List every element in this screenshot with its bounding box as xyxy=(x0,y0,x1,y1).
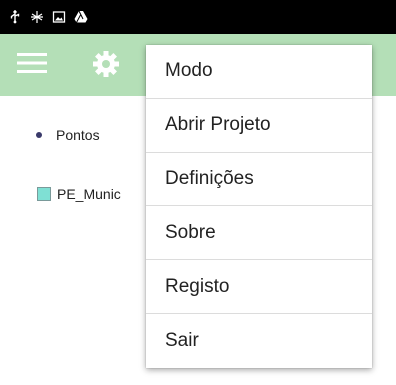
overflow-menu: Modo Abrir Projeto Definições Sobre Regi… xyxy=(146,45,372,368)
layer-label: PE_Munic xyxy=(57,186,121,202)
layer-label: Pontos xyxy=(56,127,100,143)
menu-item-sobre[interactable]: Sobre xyxy=(146,206,372,261)
hamburger-menu-icon[interactable] xyxy=(14,45,50,81)
layer-item-pe-munic[interactable]: PE_Munic xyxy=(37,186,121,202)
usb-icon xyxy=(8,10,22,24)
menu-item-registo[interactable]: Registo xyxy=(146,260,372,314)
bug-icon xyxy=(30,10,44,24)
status-bar xyxy=(0,0,396,34)
polygon-symbol-icon xyxy=(37,187,51,201)
menu-item-modo[interactable]: Modo xyxy=(146,45,372,99)
point-symbol-icon xyxy=(36,132,42,138)
layer-item-pontos[interactable]: Pontos xyxy=(36,127,100,143)
gear-icon[interactable] xyxy=(86,44,126,84)
drive-icon xyxy=(74,10,88,24)
menu-item-definicoes[interactable]: Definições xyxy=(146,153,372,207)
image-icon xyxy=(52,10,66,24)
menu-item-sair[interactable]: Sair xyxy=(146,314,372,368)
menu-item-abrir-projeto[interactable]: Abrir Projeto xyxy=(146,99,372,153)
